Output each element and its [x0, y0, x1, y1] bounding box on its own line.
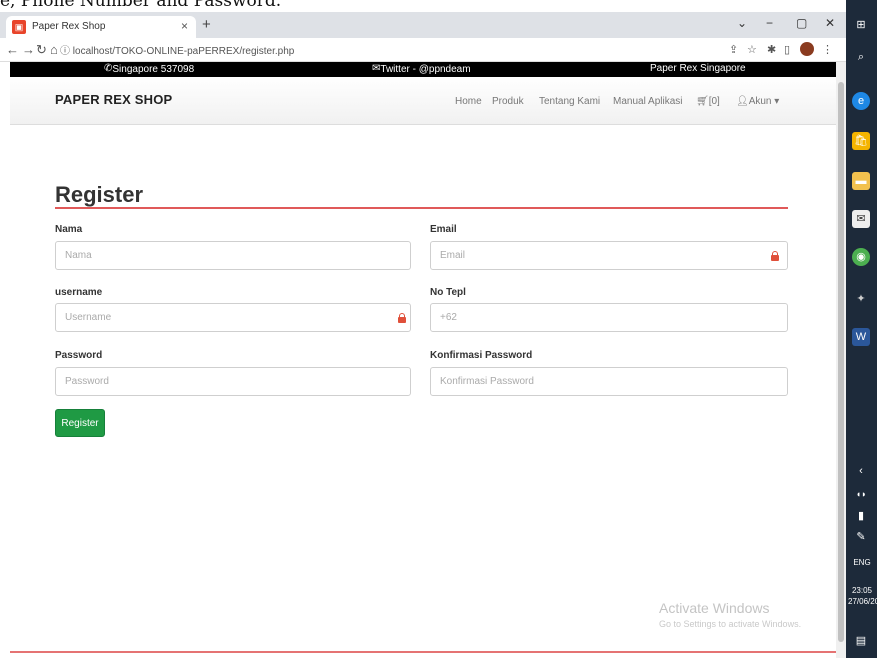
- windows-taskbar: ⊞ ⌕ e 🛍︎ ▬ ✉ ◉ ✦ W ‹ ◖◗ ▮ ✎ ENG 23:05 27…: [846, 0, 877, 658]
- bookmark-star-icon[interactable]: ☆: [747, 43, 757, 56]
- brand-logo[interactable]: PAPER REX SHOP: [55, 92, 172, 107]
- pen-icon[interactable]: ✎: [852, 528, 870, 546]
- search-icon[interactable]: ⌕: [852, 48, 870, 66]
- confirm-password-label: Konfirmasi Password: [430, 350, 533, 361]
- page-scrollbar[interactable]: [836, 62, 846, 658]
- activate-windows-title: Activate Windows: [659, 600, 770, 616]
- site-info-bar: ✆ Singapore 537098 ✉ Twitter - @ppndeam …: [10, 62, 836, 77]
- email-input[interactable]: [430, 241, 788, 270]
- cart-count: [0]: [708, 96, 720, 107]
- caption-text: e, Phone Number and Password.: [0, 0, 282, 11]
- footer-divider: [10, 651, 836, 653]
- nav-tentang-kami[interactable]: Tentang Kami: [539, 96, 600, 107]
- nav-home[interactable]: Home: [455, 96, 482, 107]
- forward-icon[interactable]: →: [22, 42, 35, 57]
- word-icon[interactable]: W: [852, 328, 870, 346]
- notifications-icon[interactable]: ▤: [852, 632, 870, 650]
- edge-browser-icon[interactable]: e: [852, 92, 870, 110]
- email-label: Email: [430, 224, 457, 235]
- phone-info: ✆ Singapore 537098: [104, 63, 195, 75]
- caret-down-icon: ▾: [774, 96, 780, 107]
- chrome-icon[interactable]: ◉: [852, 248, 870, 266]
- address-bar: ← → ↻ ⌂ ⓘ localhost/TOKO-ONLINE-paPERREX…: [0, 38, 846, 62]
- password-label: Password: [55, 350, 103, 361]
- nav-account[interactable]: 👤︎Akun ▾: [736, 96, 779, 107]
- store-icon[interactable]: 🛍︎: [852, 132, 870, 150]
- sidebar-icon[interactable]: ▯: [784, 43, 790, 56]
- cart-icon: 🛒︎: [696, 96, 709, 107]
- scrollbar-thumb[interactable]: [838, 82, 844, 642]
- twitter-text: Twitter - @ppndeam: [380, 64, 471, 75]
- title-divider: [55, 207, 788, 209]
- file-explorer-icon[interactable]: ▬: [852, 172, 870, 190]
- caption-strip: e, Phone Number and Password.: [0, 0, 877, 12]
- tab-title: Paper Rex Shop: [32, 21, 106, 32]
- phone-label: No Tepl: [430, 287, 466, 298]
- nav-manual-aplikasi[interactable]: Manual Aplikasi: [613, 96, 682, 107]
- share-icon[interactable]: ⇪: [729, 43, 738, 56]
- profile-avatar-icon[interactable]: [800, 42, 814, 56]
- browser-menu-icon[interactable]: ⋮: [822, 43, 833, 56]
- mail-icon[interactable]: ✉: [852, 210, 870, 228]
- home-icon[interactable]: ⌂: [50, 42, 58, 57]
- url-text: localhost/TOKO-ONLINE-paPERREX/register.…: [72, 46, 295, 57]
- clock-date[interactable]: 27/06/20: [848, 597, 877, 606]
- window-close-icon[interactable]: ✕: [825, 16, 835, 30]
- phone-text: Singapore 537098: [112, 64, 195, 75]
- password-manager-key-icon[interactable]: [771, 251, 779, 261]
- clock-time[interactable]: 23:05: [848, 586, 876, 595]
- company-info: Paper Rex Singapore: [650, 63, 746, 74]
- confirm-password-input[interactable]: [430, 367, 788, 396]
- password-input[interactable]: [55, 367, 411, 396]
- volume-network-icon[interactable]: ◖◗: [852, 485, 870, 503]
- reload-icon[interactable]: ↻: [36, 42, 47, 58]
- activate-windows-subtitle: Go to Settings to activate Windows.: [659, 619, 802, 629]
- user-icon: 👤︎: [736, 96, 749, 107]
- register-button[interactable]: Register: [55, 409, 105, 437]
- browser-tab[interactable]: ▣ Paper Rex Shop ×: [6, 16, 196, 38]
- url-field[interactable]: ⓘ localhost/TOKO-ONLINE-paPERREX/registe…: [60, 42, 294, 57]
- username-input[interactable]: [55, 303, 411, 332]
- favicon-icon: ▣: [12, 20, 26, 34]
- tab-search-icon[interactable]: ⌄: [737, 16, 747, 30]
- tab-close-icon[interactable]: ×: [181, 19, 188, 33]
- new-tab-button[interactable]: +: [202, 16, 211, 33]
- start-windows-icon[interactable]: ⊞: [852, 16, 870, 34]
- photos-icon[interactable]: ✦: [852, 290, 870, 308]
- twitter-info[interactable]: ✉ Twitter - @ppndeam: [372, 63, 471, 75]
- chevron-left-icon[interactable]: ‹: [852, 462, 870, 480]
- username-label: username: [55, 287, 103, 298]
- password-manager-key-icon[interactable]: [398, 313, 406, 323]
- nama-input[interactable]: [55, 241, 411, 270]
- extensions-icon[interactable]: ✱: [767, 43, 776, 56]
- battery-icon[interactable]: ▮: [852, 507, 870, 525]
- account-label: Akun: [748, 96, 772, 107]
- nav-cart[interactable]: 🛒︎[0]: [696, 96, 720, 107]
- site-navbar: PAPER REX SHOP Home Produk Tentang Kami …: [10, 77, 836, 125]
- back-icon[interactable]: ←: [6, 42, 19, 57]
- nama-label: Nama: [55, 224, 83, 235]
- nav-produk[interactable]: Produk: [492, 96, 524, 107]
- page-title: Register: [55, 182, 144, 207]
- minimize-icon[interactable]: −: [766, 16, 773, 30]
- language-indicator[interactable]: ENG: [848, 558, 876, 567]
- maximize-icon[interactable]: ▢: [796, 16, 807, 30]
- phone-input[interactable]: [430, 303, 788, 332]
- tab-strip: ▣ Paper Rex Shop × + ⌄ − ▢ ✕: [0, 12, 846, 38]
